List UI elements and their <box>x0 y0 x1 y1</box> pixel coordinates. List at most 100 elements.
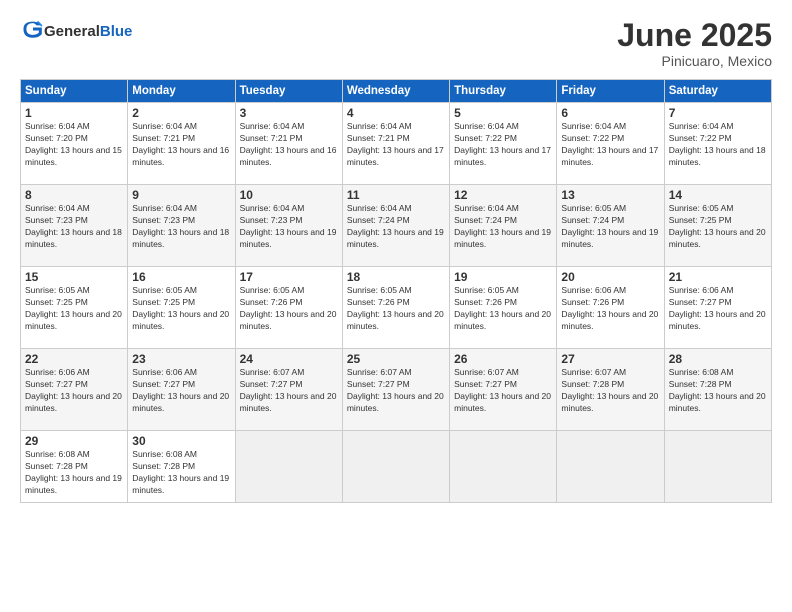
day-info: Sunrise: 6:08 AM Sunset: 7:28 PM Dayligh… <box>669 367 767 415</box>
day-info: Sunrise: 6:07 AM Sunset: 7:27 PM Dayligh… <box>347 367 445 415</box>
table-row: 21 Sunrise: 6:06 AM Sunset: 7:27 PM Dayl… <box>664 267 771 349</box>
day-number: 12 <box>454 188 552 202</box>
table-row: 4 Sunrise: 6:04 AM Sunset: 7:21 PM Dayli… <box>342 103 449 185</box>
day-number: 27 <box>561 352 659 366</box>
day-number: 6 <box>561 106 659 120</box>
calendar-header-row: Sunday Monday Tuesday Wednesday Thursday… <box>21 80 772 103</box>
table-row: 17 Sunrise: 6:05 AM Sunset: 7:26 PM Dayl… <box>235 267 342 349</box>
table-row: 19 Sunrise: 6:05 AM Sunset: 7:26 PM Dayl… <box>450 267 557 349</box>
col-saturday: Saturday <box>664 80 771 103</box>
day-number: 11 <box>347 188 445 202</box>
col-monday: Monday <box>128 80 235 103</box>
day-number: 7 <box>669 106 767 120</box>
day-number: 13 <box>561 188 659 202</box>
day-info: Sunrise: 6:07 AM Sunset: 7:27 PM Dayligh… <box>454 367 552 415</box>
day-info: Sunrise: 6:05 AM Sunset: 7:26 PM Dayligh… <box>240 285 338 333</box>
title-block: June 2025 Pinicuaro, Mexico <box>617 18 772 69</box>
day-info: Sunrise: 6:05 AM Sunset: 7:25 PM Dayligh… <box>25 285 123 333</box>
logo-general-text: General <box>44 23 100 40</box>
day-number: 16 <box>132 270 230 284</box>
table-row: 11 Sunrise: 6:04 AM Sunset: 7:24 PM Dayl… <box>342 185 449 267</box>
day-info: Sunrise: 6:04 AM Sunset: 7:22 PM Dayligh… <box>561 121 659 169</box>
day-info: Sunrise: 6:05 AM Sunset: 7:25 PM Dayligh… <box>132 285 230 333</box>
table-row: 15 Sunrise: 6:05 AM Sunset: 7:25 PM Dayl… <box>21 267 128 349</box>
logo-icon <box>22 18 44 40</box>
table-row: 23 Sunrise: 6:06 AM Sunset: 7:27 PM Dayl… <box>128 349 235 431</box>
table-row: 12 Sunrise: 6:04 AM Sunset: 7:24 PM Dayl… <box>450 185 557 267</box>
logo-blue-text: Blue <box>100 23 133 40</box>
day-number: 10 <box>240 188 338 202</box>
day-number: 18 <box>347 270 445 284</box>
day-info: Sunrise: 6:08 AM Sunset: 7:28 PM Dayligh… <box>132 449 230 497</box>
table-row <box>664 431 771 503</box>
day-number: 29 <box>25 434 123 448</box>
day-info: Sunrise: 6:04 AM Sunset: 7:23 PM Dayligh… <box>132 203 230 251</box>
day-number: 30 <box>132 434 230 448</box>
day-info: Sunrise: 6:05 AM Sunset: 7:26 PM Dayligh… <box>347 285 445 333</box>
table-row <box>557 431 664 503</box>
day-info: Sunrise: 6:04 AM Sunset: 7:22 PM Dayligh… <box>454 121 552 169</box>
day-info: Sunrise: 6:04 AM Sunset: 7:22 PM Dayligh… <box>669 121 767 169</box>
day-info: Sunrise: 6:06 AM Sunset: 7:26 PM Dayligh… <box>561 285 659 333</box>
table-row: 24 Sunrise: 6:07 AM Sunset: 7:27 PM Dayl… <box>235 349 342 431</box>
table-row: 16 Sunrise: 6:05 AM Sunset: 7:25 PM Dayl… <box>128 267 235 349</box>
day-info: Sunrise: 6:06 AM Sunset: 7:27 PM Dayligh… <box>25 367 123 415</box>
table-row: 8 Sunrise: 6:04 AM Sunset: 7:23 PM Dayli… <box>21 185 128 267</box>
table-row: 30 Sunrise: 6:08 AM Sunset: 7:28 PM Dayl… <box>128 431 235 503</box>
day-info: Sunrise: 6:05 AM Sunset: 7:26 PM Dayligh… <box>454 285 552 333</box>
day-number: 24 <box>240 352 338 366</box>
table-row: 29 Sunrise: 6:08 AM Sunset: 7:28 PM Dayl… <box>21 431 128 503</box>
table-row: 28 Sunrise: 6:08 AM Sunset: 7:28 PM Dayl… <box>664 349 771 431</box>
day-number: 9 <box>132 188 230 202</box>
table-row: 13 Sunrise: 6:05 AM Sunset: 7:24 PM Dayl… <box>557 185 664 267</box>
day-info: Sunrise: 6:04 AM Sunset: 7:23 PM Dayligh… <box>25 203 123 251</box>
table-row: 22 Sunrise: 6:06 AM Sunset: 7:27 PM Dayl… <box>21 349 128 431</box>
table-row: 25 Sunrise: 6:07 AM Sunset: 7:27 PM Dayl… <box>342 349 449 431</box>
table-row: 9 Sunrise: 6:04 AM Sunset: 7:23 PM Dayli… <box>128 185 235 267</box>
day-number: 23 <box>132 352 230 366</box>
day-number: 22 <box>25 352 123 366</box>
day-info: Sunrise: 6:08 AM Sunset: 7:28 PM Dayligh… <box>25 449 123 497</box>
title-month: June 2025 <box>617 18 772 53</box>
day-number: 28 <box>669 352 767 366</box>
table-row: 7 Sunrise: 6:04 AM Sunset: 7:22 PM Dayli… <box>664 103 771 185</box>
day-number: 4 <box>347 106 445 120</box>
table-row: 5 Sunrise: 6:04 AM Sunset: 7:22 PM Dayli… <box>450 103 557 185</box>
table-row: 27 Sunrise: 6:07 AM Sunset: 7:28 PM Dayl… <box>557 349 664 431</box>
table-row <box>450 431 557 503</box>
day-info: Sunrise: 6:06 AM Sunset: 7:27 PM Dayligh… <box>669 285 767 333</box>
day-info: Sunrise: 6:04 AM Sunset: 7:21 PM Dayligh… <box>132 121 230 169</box>
header: General Blue June 2025 Pinicuaro, Mexico <box>20 18 772 69</box>
day-number: 19 <box>454 270 552 284</box>
day-info: Sunrise: 6:04 AM Sunset: 7:24 PM Dayligh… <box>347 203 445 251</box>
day-number: 3 <box>240 106 338 120</box>
logo: General Blue <box>20 18 132 45</box>
table-row: 18 Sunrise: 6:05 AM Sunset: 7:26 PM Dayl… <box>342 267 449 349</box>
table-row: 1 Sunrise: 6:04 AM Sunset: 7:20 PM Dayli… <box>21 103 128 185</box>
day-number: 21 <box>669 270 767 284</box>
day-number: 26 <box>454 352 552 366</box>
table-row <box>235 431 342 503</box>
table-row: 6 Sunrise: 6:04 AM Sunset: 7:22 PM Dayli… <box>557 103 664 185</box>
day-number: 2 <box>132 106 230 120</box>
day-number: 5 <box>454 106 552 120</box>
day-info: Sunrise: 6:04 AM Sunset: 7:23 PM Dayligh… <box>240 203 338 251</box>
day-info: Sunrise: 6:04 AM Sunset: 7:21 PM Dayligh… <box>347 121 445 169</box>
day-number: 14 <box>669 188 767 202</box>
day-number: 8 <box>25 188 123 202</box>
table-row <box>342 431 449 503</box>
page: General Blue June 2025 Pinicuaro, Mexico… <box>0 0 792 612</box>
day-number: 1 <box>25 106 123 120</box>
col-sunday: Sunday <box>21 80 128 103</box>
day-info: Sunrise: 6:04 AM Sunset: 7:21 PM Dayligh… <box>240 121 338 169</box>
day-info: Sunrise: 6:07 AM Sunset: 7:28 PM Dayligh… <box>561 367 659 415</box>
day-info: Sunrise: 6:06 AM Sunset: 7:27 PM Dayligh… <box>132 367 230 415</box>
day-info: Sunrise: 6:04 AM Sunset: 7:20 PM Dayligh… <box>25 121 123 169</box>
title-location: Pinicuaro, Mexico <box>617 53 772 69</box>
col-wednesday: Wednesday <box>342 80 449 103</box>
day-number: 20 <box>561 270 659 284</box>
calendar-table: Sunday Monday Tuesday Wednesday Thursday… <box>20 79 772 503</box>
table-row: 10 Sunrise: 6:04 AM Sunset: 7:23 PM Dayl… <box>235 185 342 267</box>
day-info: Sunrise: 6:04 AM Sunset: 7:24 PM Dayligh… <box>454 203 552 251</box>
day-info: Sunrise: 6:05 AM Sunset: 7:25 PM Dayligh… <box>669 203 767 251</box>
